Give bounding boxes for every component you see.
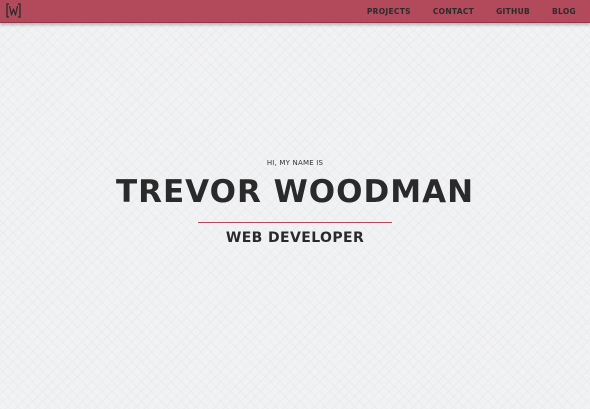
navbar: PROJECTS CONTACT GITHUB BLOG bbox=[0, 0, 590, 23]
hero-greeting: HI, MY NAME IS bbox=[266, 159, 324, 167]
hero-divider bbox=[198, 222, 392, 223]
nav-link-projects[interactable]: PROJECTS bbox=[367, 7, 411, 16]
hero-role: WEB DEVELOPER bbox=[225, 230, 365, 246]
w-bracket-logo-icon[interactable] bbox=[5, 2, 22, 19]
hero-name: TREVOR WOODMAN bbox=[115, 174, 475, 210]
nav-link-contact[interactable]: CONTACT bbox=[433, 7, 474, 16]
nav-link-github[interactable]: GITHUB bbox=[496, 7, 530, 16]
nav-link-blog[interactable]: BLOG bbox=[552, 7, 576, 16]
nav-menu: PROJECTS CONTACT GITHUB BLOG bbox=[345, 0, 576, 22]
